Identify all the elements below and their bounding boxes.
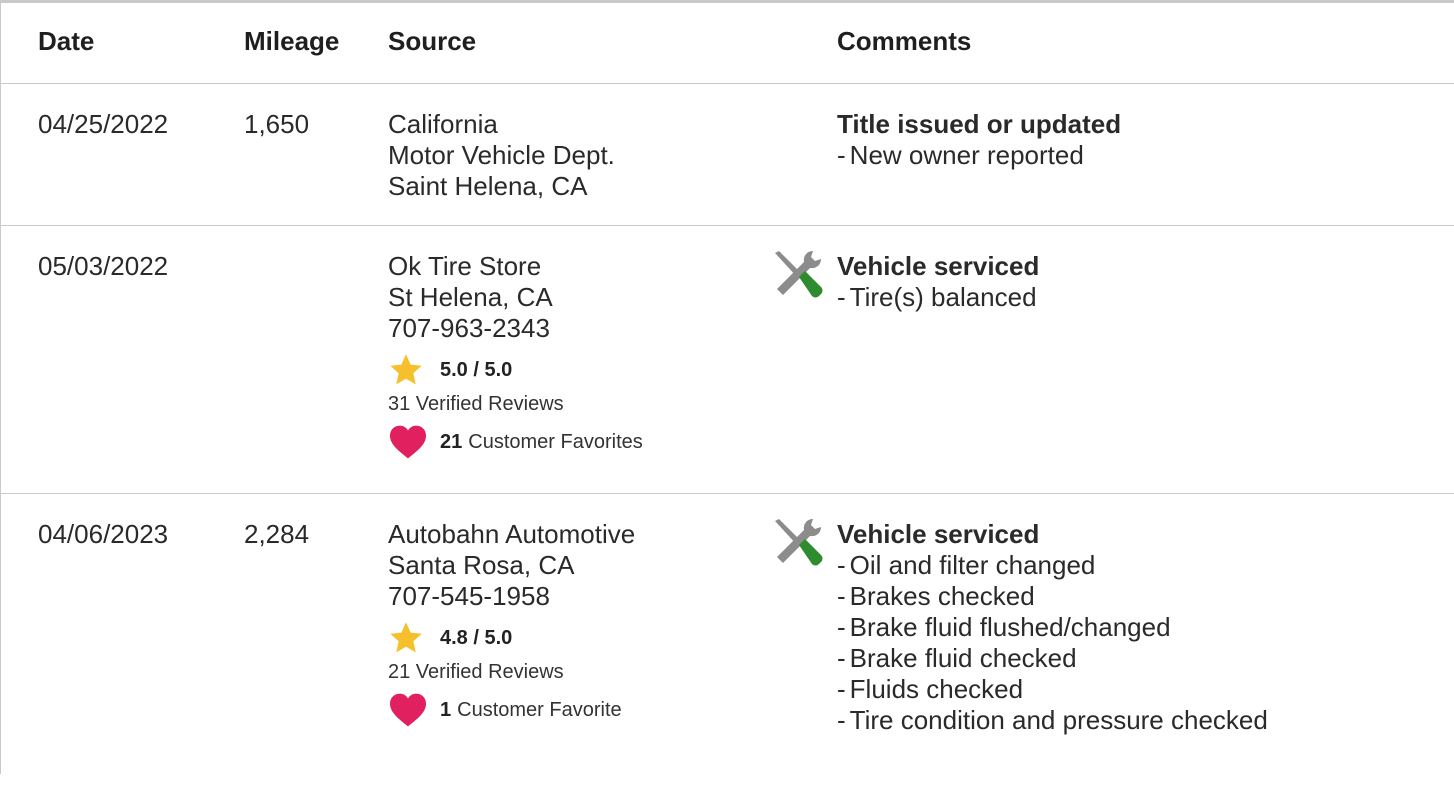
favorites-count: 1 — [440, 698, 452, 721]
table-header-row: Date Mileage Source Comments — [1, 3, 1454, 84]
comment-item: - Brake fluid checked — [837, 643, 1077, 673]
record-date: 04/06/2023 — [38, 519, 169, 549]
source-phone: 707-545-1958 — [388, 581, 550, 611]
source-name: California — [388, 109, 498, 139]
favorites-label: Customer Favorite — [457, 698, 622, 721]
comment-item: - Fluids checked — [837, 674, 1024, 704]
customer-favorites: 1 Customer Favorite — [388, 692, 748, 728]
record-date: 05/03/2022 — [38, 251, 169, 281]
record-mileage: 2,284 — [244, 519, 310, 549]
source-location: St Helena, CA — [388, 282, 553, 312]
record-source: California Motor Vehicle Dept. Saint Hel… — [388, 109, 748, 202]
favorites-count: 21 — [440, 430, 463, 453]
comment-item: - Oil and filter changed — [837, 550, 1096, 580]
record-comments: Title issued or updated - New owner repor… — [837, 109, 1437, 171]
source-location: Saint Helena, CA — [388, 171, 588, 201]
star-icon — [390, 622, 422, 653]
comment-item: - Tire condition and pressure checked — [837, 705, 1268, 735]
verified-reviews-link[interactable]: 21 Verified Reviews — [388, 658, 748, 686]
header-date: Date — [38, 26, 95, 56]
record-comments: Vehicle serviced - Oil and filter changed… — [837, 519, 1437, 736]
service-tools-icon — [775, 251, 823, 298]
star-icon — [390, 354, 422, 385]
service-tools-icon — [775, 519, 823, 566]
source-name[interactable]: Autobahn Automotive — [388, 519, 748, 550]
record-source: Autobahn Automotive Santa Rosa, CA 707-5… — [388, 519, 748, 728]
rating-value: 5.0 / 5.0 — [440, 358, 513, 381]
table-row: 05/03/2022 Ok Tire Store St Helena, CA 7… — [1, 226, 1454, 494]
comment-item: - Brakes checked — [837, 581, 1035, 611]
favorites-label: Customer Favorites — [468, 430, 643, 453]
source-name[interactable]: Ok Tire Store — [388, 251, 748, 282]
source-phone: 707-963-2343 — [388, 313, 550, 343]
heart-icon — [390, 425, 426, 459]
customer-favorites: 21 Customer Favorites — [388, 424, 748, 460]
record-comments: Vehicle serviced - Tire(s) balanced — [837, 251, 1437, 313]
source-rating: 5.0 / 5.0 — [388, 352, 748, 388]
comment-item: - New owner reported — [837, 140, 1084, 170]
header-comments: Comments — [837, 26, 972, 56]
table-row: 04/06/2023 2,284 Autobahn Automotive San… — [1, 494, 1454, 794]
record-mileage: 1,650 — [244, 109, 310, 139]
header-mileage: Mileage — [244, 26, 340, 56]
comment-title: Title issued or updated — [837, 109, 1122, 139]
source-line: Motor Vehicle Dept. — [388, 140, 615, 170]
vehicle-history-table: Date Mileage Source Comments 04/25/2022 … — [0, 0, 1454, 774]
comment-title: Vehicle serviced — [837, 519, 1040, 549]
verified-reviews-link[interactable]: 31 Verified Reviews — [388, 390, 748, 418]
record-type-icon-cell — [769, 519, 829, 582]
comment-item: - Brake fluid flushed/changed — [837, 612, 1171, 642]
table-row: 04/25/2022 1,650 California Motor Vehicl… — [1, 84, 1454, 226]
source-location: Santa Rosa, CA — [388, 550, 575, 580]
comment-title: Vehicle serviced — [837, 251, 1040, 281]
record-date: 04/25/2022 — [38, 109, 169, 139]
record-type-icon-cell — [769, 251, 829, 314]
record-source: Ok Tire Store St Helena, CA 707-963-2343… — [388, 251, 748, 460]
comment-item: - Tire(s) balanced — [837, 282, 1037, 312]
header-source: Source — [388, 26, 477, 56]
source-rating: 4.8 / 5.0 — [388, 620, 748, 656]
rating-value: 4.8 / 5.0 — [440, 626, 513, 649]
heart-icon — [390, 693, 426, 727]
